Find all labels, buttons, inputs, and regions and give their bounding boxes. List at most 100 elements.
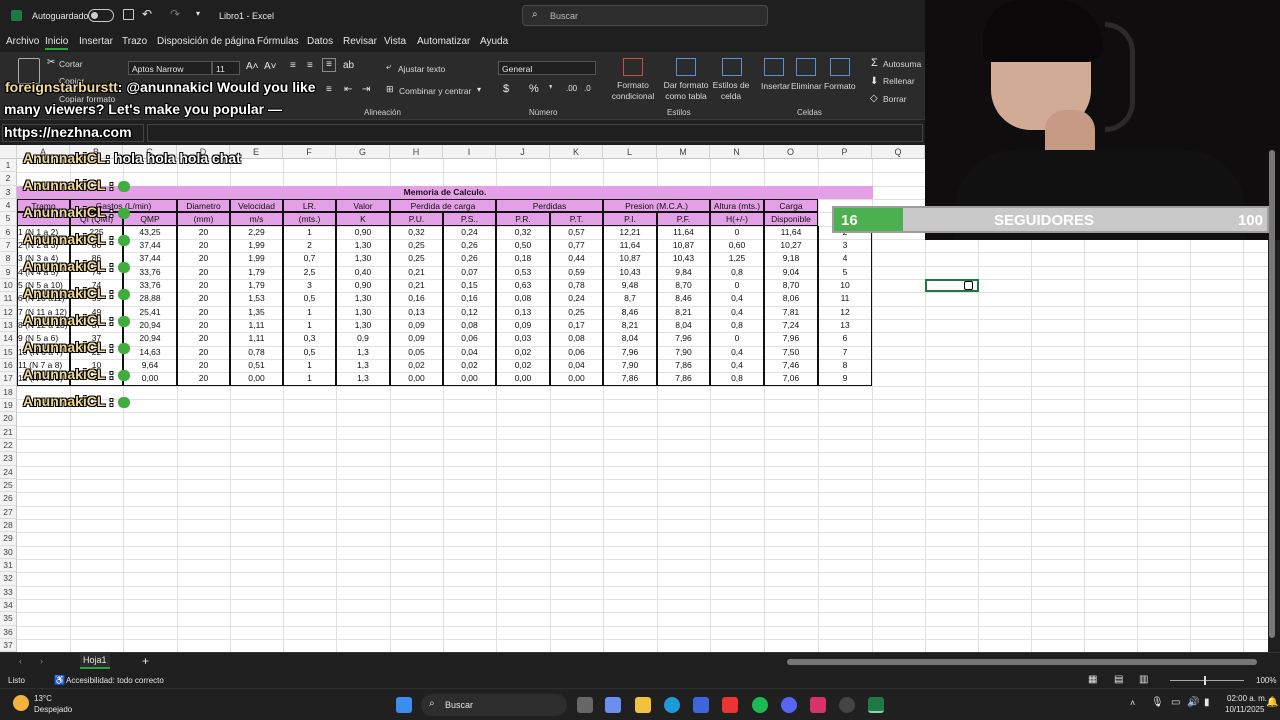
- conditional-format-button[interactable]: Formato condicional: [608, 80, 658, 102]
- table-cell[interactable]: 0,8: [710, 318, 764, 333]
- table-cell[interactable]: 43,25: [123, 225, 177, 239]
- table-cell[interactable]: 0,8: [710, 265, 764, 279]
- menu-inicio[interactable]: Inicio: [45, 36, 69, 50]
- table-cell[interactable]: 0,26: [443, 238, 496, 253]
- menu-trazo[interactable]: Trazo: [122, 36, 147, 47]
- table-cell[interactable]: 1,3: [336, 372, 390, 386]
- table-cell[interactable]: 0,40: [336, 265, 390, 279]
- table-cell[interactable]: 20: [177, 252, 230, 266]
- column-header[interactable]: K: [550, 145, 603, 159]
- discord-icon[interactable]: [781, 697, 797, 713]
- table-cell[interactable]: 0,9: [336, 332, 390, 346]
- table-cell[interactable]: 0,06: [550, 345, 603, 359]
- table-cell[interactable]: 0,78: [550, 278, 603, 293]
- table-cell[interactable]: 13: [818, 318, 872, 333]
- table-cell[interactable]: 20: [177, 345, 230, 359]
- column-header[interactable]: G: [336, 145, 390, 159]
- table-cell[interactable]: 1,99: [230, 238, 283, 253]
- table-cell[interactable]: 0,02: [443, 358, 496, 373]
- row-header[interactable]: 22: [0, 438, 17, 453]
- table-cell[interactable]: 0,3: [283, 332, 336, 346]
- table-cell[interactable]: 0,00: [390, 372, 443, 386]
- customize-toolbar-icon[interactable]: ▾: [196, 9, 200, 18]
- column-header[interactable]: J: [496, 145, 550, 159]
- table-cell[interactable]: 12,21: [603, 225, 657, 239]
- table-cell[interactable]: 8,21: [603, 318, 657, 333]
- tray-chevron-icon[interactable]: ˄: [1130, 698, 1135, 708]
- table-cell[interactable]: 3: [818, 238, 872, 253]
- chatgpt-icon[interactable]: [839, 697, 855, 713]
- table-cell[interactable]: 0,63: [496, 278, 550, 293]
- number-format-select[interactable]: General: [498, 61, 596, 75]
- wrap-text-button[interactable]: Ajustar texto: [398, 64, 445, 74]
- table-cell[interactable]: 11: [818, 292, 872, 306]
- table-cell[interactable]: 7,86: [657, 358, 710, 373]
- table-cell[interactable]: 0: [710, 332, 764, 346]
- table-cell[interactable]: 9,18: [764, 252, 818, 266]
- menu-formulas[interactable]: Fórmulas: [257, 36, 299, 47]
- table-cell[interactable]: 20: [177, 278, 230, 293]
- row-header[interactable]: 27: [0, 505, 17, 519]
- wrap-text-icon[interactable]: ⤶: [386, 61, 391, 72]
- table-cell[interactable]: 0,04: [443, 345, 496, 359]
- row-header[interactable]: 17: [0, 372, 17, 386]
- table-cell[interactable]: 9,04: [764, 265, 818, 279]
- table-cell[interactable]: 33,76: [123, 265, 177, 279]
- table-cell[interactable]: 2: [283, 238, 336, 253]
- autosum-icon[interactable]: Σ: [871, 57, 878, 69]
- table-cell[interactable]: 0,09: [390, 318, 443, 333]
- table-cell[interactable]: 0,51: [230, 358, 283, 373]
- table-cell[interactable]: 0,5: [283, 292, 336, 306]
- insert-cells-icon[interactable]: [764, 58, 784, 76]
- table-cell[interactable]: 1,30: [336, 238, 390, 253]
- add-sheet-button[interactable]: +: [142, 654, 149, 668]
- table-cell[interactable]: 20: [177, 318, 230, 333]
- table-cell[interactable]: 0,90: [336, 225, 390, 239]
- orientation-icon[interactable]: ab: [343, 60, 354, 71]
- column-header[interactable]: N: [710, 145, 764, 159]
- table-cell[interactable]: 1,3: [336, 345, 390, 359]
- mic-icon[interactable]: 🎙: [1151, 697, 1164, 708]
- table-cell[interactable]: 0,57: [550, 225, 603, 239]
- row-header[interactable]: 5: [0, 212, 17, 226]
- thousands-icon[interactable]: ❜: [549, 83, 553, 96]
- table-cell[interactable]: 7,96: [764, 332, 818, 346]
- row-header[interactable]: 14: [0, 332, 17, 346]
- table-cell[interactable]: 5: [818, 265, 872, 279]
- align-bottom-icon[interactable]: ≡: [322, 58, 336, 72]
- table-cell[interactable]: 20: [177, 305, 230, 319]
- table-cell[interactable]: 37,44: [123, 238, 177, 253]
- table-cell[interactable]: 25,41: [123, 305, 177, 319]
- table-cell[interactable]: 7: [818, 345, 872, 359]
- page-layout-icon[interactable]: ▤: [1114, 674, 1123, 685]
- table-cell[interactable]: 20: [177, 265, 230, 279]
- table-cell[interactable]: 7,81: [764, 305, 818, 319]
- row-header[interactable]: 13: [0, 318, 17, 333]
- table-cell[interactable]: 0,00: [496, 372, 550, 386]
- table-format-icon[interactable]: [676, 58, 696, 76]
- table-cell[interactable]: 10,43: [603, 265, 657, 279]
- row-header[interactable]: 16: [0, 358, 17, 373]
- indent-decrease-icon[interactable]: ⇤: [344, 84, 352, 95]
- menu-insertar[interactable]: Insertar: [79, 36, 113, 47]
- table-cell[interactable]: 9,48: [603, 278, 657, 293]
- app-red-icon[interactable]: [722, 697, 738, 713]
- menu-ayuda[interactable]: Ayuda: [480, 36, 508, 47]
- table-cell[interactable]: 0,16: [443, 292, 496, 306]
- table-cell[interactable]: 1: [283, 225, 336, 239]
- table-cell[interactable]: 0,15: [443, 278, 496, 293]
- table-cell[interactable]: 7,96: [603, 345, 657, 359]
- shrink-font-icon[interactable]: A˅: [264, 61, 277, 72]
- table-cell[interactable]: 8,06: [764, 292, 818, 306]
- table-cell[interactable]: 7,46: [764, 358, 818, 373]
- column-header[interactable]: L: [603, 145, 657, 159]
- table-cell[interactable]: 7,86: [603, 372, 657, 386]
- table-cell[interactable]: 0,77: [550, 238, 603, 253]
- table-cell[interactable]: 2,5: [283, 265, 336, 279]
- undo-icon[interactable]: ↶: [142, 7, 152, 21]
- row-header[interactable]: 32: [0, 572, 17, 586]
- conditional-format-icon[interactable]: [623, 58, 643, 76]
- table-cell[interactable]: 0,09: [496, 318, 550, 333]
- cell-styles-button[interactable]: Estilos de celda: [710, 80, 752, 102]
- table-cell[interactable]: 28,88: [123, 292, 177, 306]
